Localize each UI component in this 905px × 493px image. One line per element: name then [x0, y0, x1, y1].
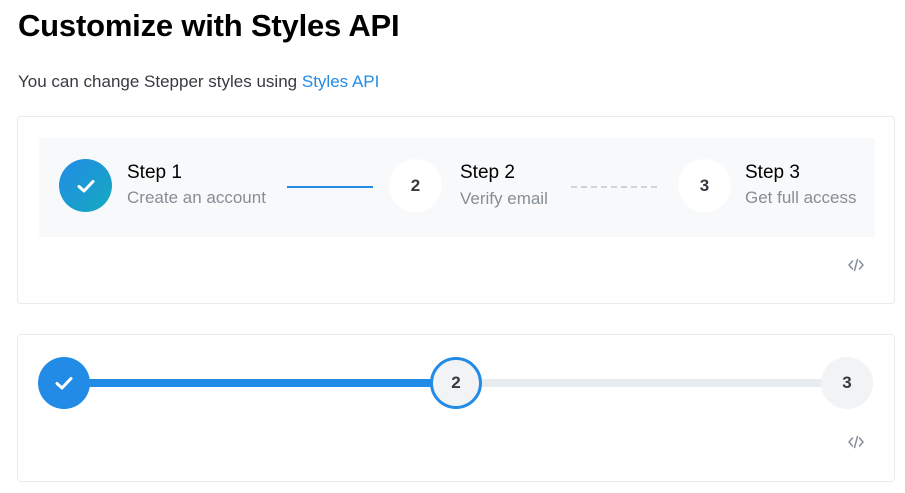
progress-step-2-active[interactable]: 2 — [430, 357, 482, 409]
step-2-label: Step 2 — [460, 162, 515, 183]
step-1-description: Create an account — [127, 188, 266, 207]
step-1-icon-completed[interactable] — [59, 159, 112, 212]
progress-step-3[interactable]: 3 — [821, 357, 873, 409]
page-title: Customize with Styles API — [18, 8, 400, 43]
stepper: Step 1 Create an account 2 Step 2 Verify… — [39, 138, 875, 237]
progress-fill — [64, 379, 457, 387]
code-icon — [848, 435, 864, 449]
step-2-icon[interactable]: 2 — [389, 159, 442, 212]
step-2-description: Verify email — [460, 189, 548, 208]
step-separator-pending — [571, 186, 657, 188]
step-1-label: Step 1 — [127, 162, 182, 183]
check-icon — [55, 377, 73, 390]
intro-text-prefix: You can change Stepper styles using — [18, 72, 302, 91]
step-separator-completed — [287, 186, 373, 188]
show-code-button[interactable] — [845, 431, 867, 453]
code-icon — [848, 258, 864, 272]
styles-api-link[interactable]: Styles API — [302, 72, 379, 91]
demo-card-styled-stepper: Step 1 Create an account 2 Step 2 Verify… — [17, 116, 895, 304]
step-3-label: Step 3 — [745, 162, 800, 183]
progress-step-1-completed[interactable] — [38, 357, 90, 409]
intro-text: You can change Stepper styles using Styl… — [18, 72, 379, 92]
step-3-description: Get full access — [745, 188, 857, 207]
step-3-icon[interactable]: 3 — [678, 159, 731, 212]
show-code-button[interactable] — [845, 254, 867, 276]
demo-card-progress-stepper: 2 3 — [17, 334, 895, 482]
check-icon — [77, 179, 94, 192]
